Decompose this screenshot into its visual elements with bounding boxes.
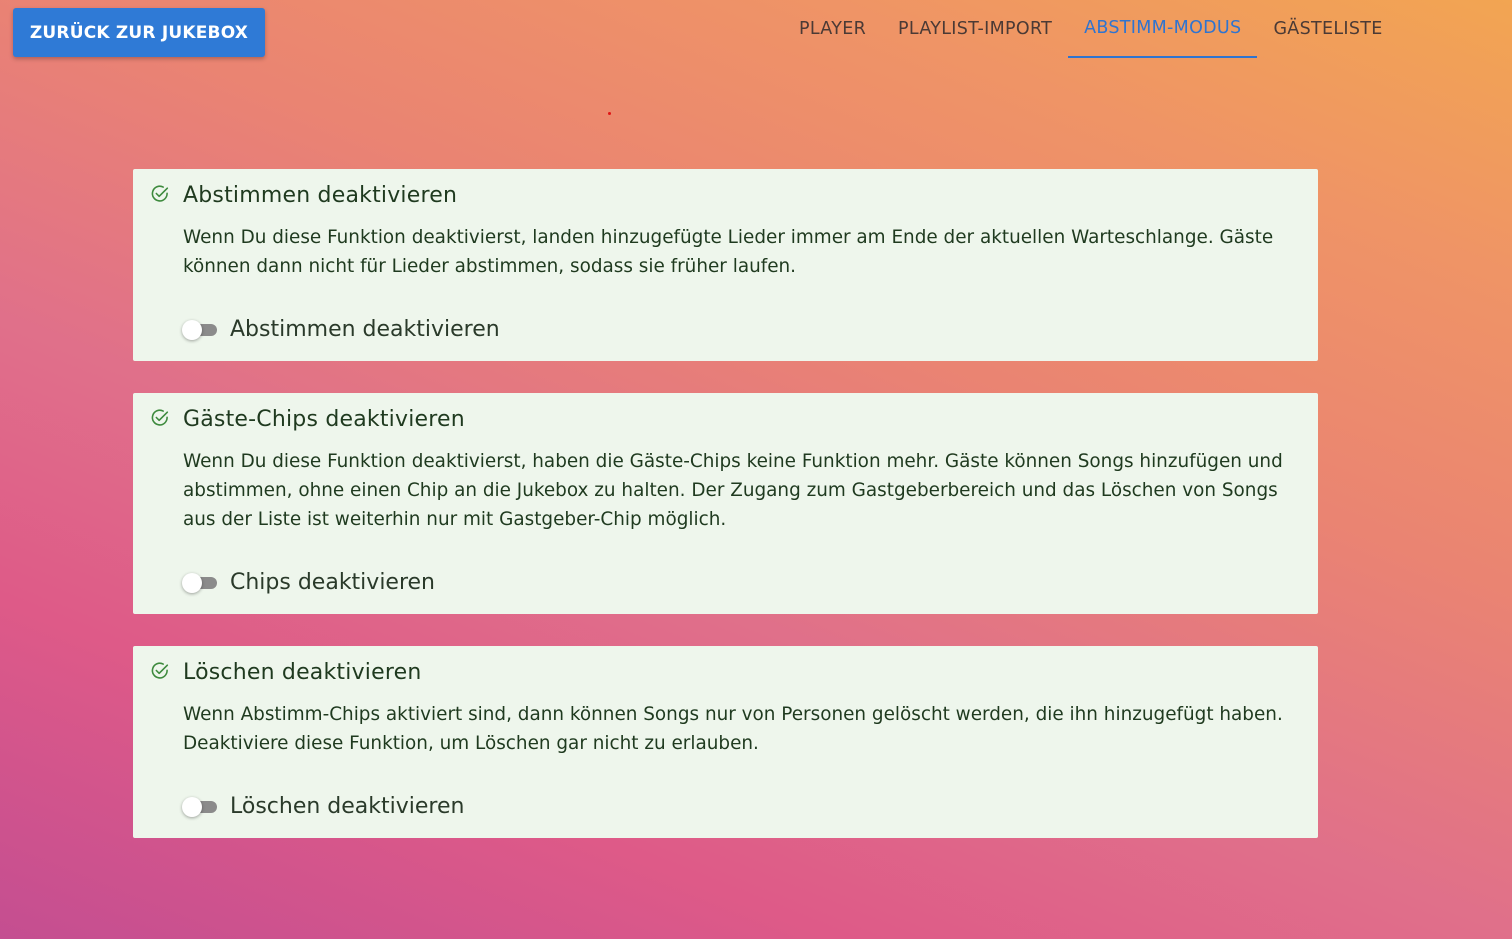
check-circle-icon xyxy=(151,185,169,202)
toggle-knob xyxy=(182,572,202,593)
toggle-disable-chips[interactable]: Chips deaktivieren xyxy=(182,570,435,595)
card-description: Wenn Abstimm-Chips aktiviert sind, dann … xyxy=(183,704,1283,754)
check-circle-icon xyxy=(151,409,169,426)
toggle-label: Chips deaktivieren xyxy=(230,570,436,595)
card-title: Gäste-Chips deaktivieren xyxy=(183,407,465,432)
toggle-label: Löschen deaktivieren xyxy=(230,794,465,819)
toggle-switch[interactable] xyxy=(182,319,219,340)
toggle-label: Abstimmen deaktivieren xyxy=(230,317,500,342)
tab-playlist-import[interactable]: PLAYLIST-IMPORT xyxy=(882,0,1068,58)
toggle-switch[interactable] xyxy=(182,796,219,817)
tab-bar: PLAYER PLAYLIST-IMPORT ABSTIMM-MODUS GÄS… xyxy=(783,0,1399,58)
card-disable-guest-chips: Gäste-Chips deaktivieren Wenn Du diese F… xyxy=(133,393,1318,614)
card-disable-voting: Abstimmen deaktivieren Wenn Du diese Fun… xyxy=(133,169,1318,361)
toggle-switch[interactable] xyxy=(182,572,219,593)
card-title: Löschen deaktivieren xyxy=(183,660,422,685)
cursor-dot xyxy=(608,112,611,115)
card-description: Wenn Du diese Funktion deaktivierst, lan… xyxy=(183,227,1274,277)
card-title: Abstimmen deaktivieren xyxy=(183,183,458,208)
check-circle-icon xyxy=(151,662,169,679)
card-disable-deletion: Löschen deaktivieren Wenn Abstimm-Chips … xyxy=(133,646,1318,838)
tab-player[interactable]: PLAYER xyxy=(783,0,882,58)
tab-gaesteliste[interactable]: GÄSTELISTE xyxy=(1257,0,1398,58)
toggle-knob xyxy=(182,796,202,817)
card-description: Wenn Du diese Funktion deaktivierst, hab… xyxy=(183,451,1283,530)
toggle-knob xyxy=(182,319,202,340)
back-to-jukebox-button[interactable]: ZURÜCK ZUR JUKEBOX xyxy=(13,8,265,57)
toggle-disable-deletion[interactable]: Löschen deaktivieren xyxy=(182,794,464,819)
toggle-disable-voting[interactable]: Abstimmen deaktivieren xyxy=(182,317,500,342)
tab-abstimm-modus[interactable]: ABSTIMM-MODUS xyxy=(1068,0,1258,58)
